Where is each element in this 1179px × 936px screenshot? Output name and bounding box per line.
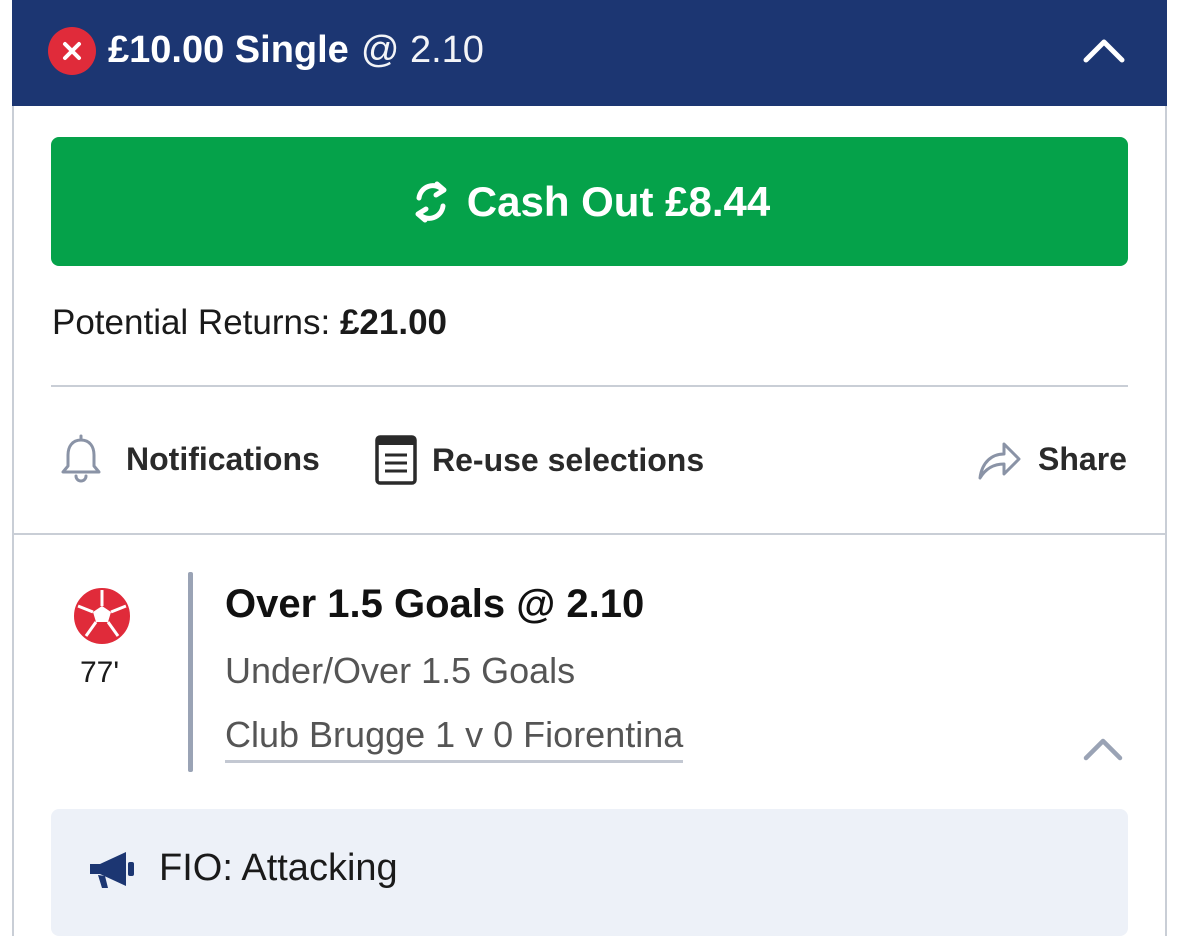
divider <box>51 385 1128 387</box>
chevron-up-icon[interactable] <box>1080 730 1126 766</box>
notifications-label: Notifications <box>126 440 320 477</box>
share-button[interactable]: Share <box>976 438 1127 480</box>
bell-icon <box>61 434 101 483</box>
document-icon <box>375 435 417 485</box>
reuse-selections-button[interactable]: Re-use selections <box>374 434 704 486</box>
close-icon[interactable] <box>48 27 96 75</box>
bet-title: £10.00 Single @ 2.10 <box>108 26 484 74</box>
potential-returns-label: Potential Returns: <box>52 303 331 342</box>
bet-stake-type: £10.00 Single <box>108 29 349 71</box>
share-icon <box>978 442 1021 480</box>
selection-bar <box>188 572 193 772</box>
football-icon <box>74 588 130 644</box>
bet-header[interactable]: £10.00 Single @ 2.10 <box>12 0 1167 106</box>
reuse-selections-label: Re-use selections <box>432 441 705 478</box>
notifications-button[interactable]: Notifications <box>58 434 320 484</box>
cash-out-button[interactable]: Cash Out £8.44 <box>51 137 1128 266</box>
bet-odds: @ 2.10 <box>360 29 484 71</box>
cash-out-label: Cash Out £8.44 <box>466 177 771 225</box>
match-minute: 77' <box>80 656 120 689</box>
selection-title: Over 1.5 Goals @ 2.10 <box>225 582 645 626</box>
selection-event-link[interactable]: Club Brugge 1 v 0 Fiorentina <box>225 714 684 763</box>
megaphone-icon <box>90 852 134 888</box>
share-label: Share <box>1038 440 1127 477</box>
chevron-up-icon[interactable] <box>1080 30 1128 70</box>
selection-market: Under/Over 1.5 Goals <box>225 650 576 691</box>
refresh-icon <box>415 181 447 222</box>
potential-returns-value: £21.00 <box>339 303 448 342</box>
divider <box>14 533 1165 535</box>
live-commentary-text: FIO: Attacking <box>159 847 398 889</box>
potential-returns: Potential Returns: £21.00 <box>52 303 447 343</box>
